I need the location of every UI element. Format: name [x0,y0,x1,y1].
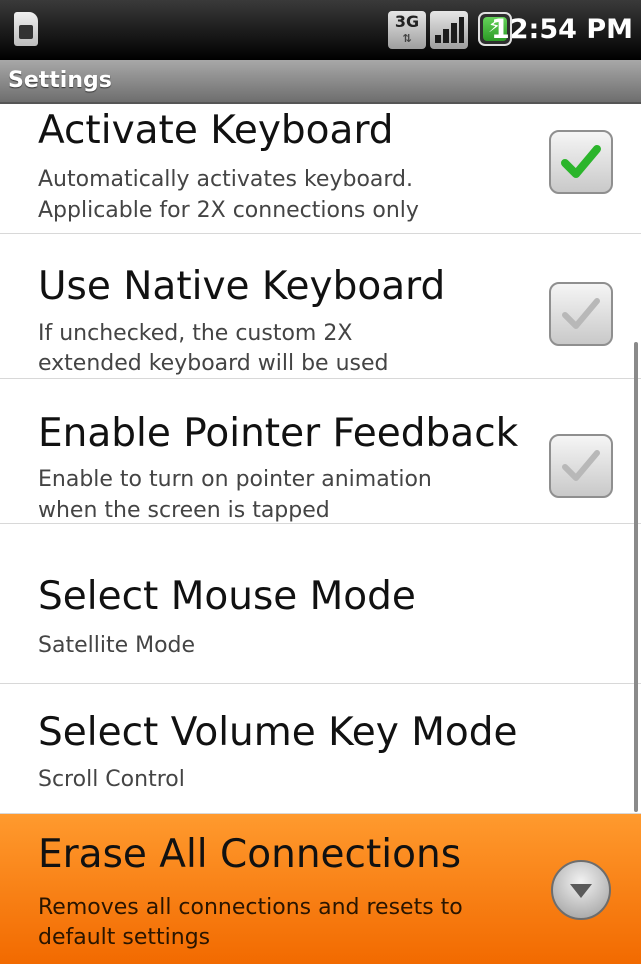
settings-list[interactable]: Activate Keyboard Automatically activate… [0,104,641,964]
network-3g-label: 3G [394,12,420,31]
title-bar: Settings [0,60,641,104]
setting-use-native-keyboard[interactable]: Use Native Keyboard If unchecked, the cu… [0,234,641,379]
checkmark-icon [562,450,600,481]
setting-title: Select Volume Key Mode [38,710,518,755]
setting-summary: Automatically activates keyboard. [38,167,414,192]
setting-enable-pointer-feedback[interactable]: Enable Pointer Feedback Enable to turn o… [0,379,641,524]
setting-title: Erase All Connections [38,832,462,877]
setting-title: Enable Pointer Feedback [38,411,519,456]
use-native-keyboard-checkbox[interactable] [549,282,613,346]
setting-summary: Satellite Mode [38,633,196,658]
page-title: Settings [8,68,112,93]
activate-keyboard-checkbox[interactable] [549,130,613,194]
network-3g-icon: 3G ⇅ [388,11,426,49]
setting-summary: extended keyboard will be used [38,351,389,376]
setting-summary: Enable to turn on pointer animation [38,467,432,492]
status-clock: 12:54 PM [490,14,633,45]
sim-card-icon [14,12,38,46]
checkmark-icon [562,298,600,329]
scrollbar[interactable] [634,342,638,812]
setting-title: Use Native Keyboard [38,264,446,309]
checkmark-icon [561,145,601,178]
setting-summary: default settings [38,925,211,950]
setting-summary: Removes all connections and resets to [38,895,463,920]
signal-strength-icon [430,11,468,49]
setting-summary: If unchecked, the custom 2X [38,321,353,346]
chevron-down-icon[interactable] [551,860,611,920]
setting-select-mouse-mode[interactable]: Select Mouse Mode Satellite Mode [0,524,641,684]
setting-title: Select Mouse Mode [38,574,416,619]
setting-summary: when the screen is tapped [38,498,330,523]
enable-pointer-feedback-checkbox[interactable] [549,434,613,498]
setting-summary: Scroll Control [38,767,185,792]
setting-summary: Applicable for 2X connections only [38,198,419,223]
setting-title: Activate Keyboard [38,108,394,153]
setting-activate-keyboard[interactable]: Activate Keyboard Automatically activate… [0,104,641,234]
status-bar: 3G⇅ 12:54 PM [0,0,641,60]
setting-select-volume-key-mode[interactable]: Select Volume Key Mode Scroll Control [0,684,641,814]
setting-erase-all-connections[interactable]: Erase All Connections Removes all connec… [0,814,641,964]
